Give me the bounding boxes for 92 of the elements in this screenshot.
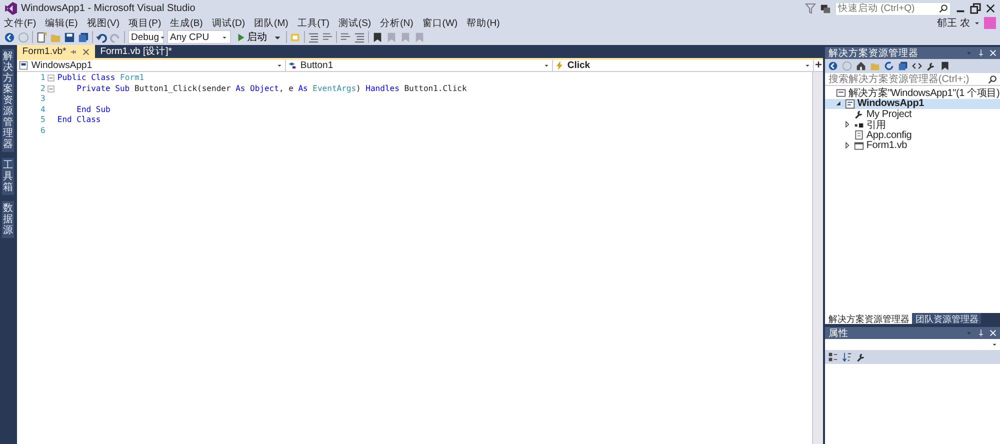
- code-line: End Sub: [76, 104, 112, 115]
- expanded-icon[interactable]: [835, 100, 844, 108]
- panel-tab[interactable]: 解决方案资源管理器: [825, 313, 912, 324]
- side-tab[interactable]: 工具箱: [2, 158, 14, 195]
- menu-item[interactable]: 项目(P): [128, 16, 162, 30]
- fold-icon[interactable]: [47, 84, 56, 93]
- side-tab[interactable]: 解决方案资源管理器: [2, 49, 14, 152]
- split-icon[interactable]: [814, 60, 824, 69]
- comment-icon[interactable]: [340, 32, 351, 42]
- panel-tab[interactable]: 团队资源管理器: [912, 313, 982, 324]
- file-icon: [854, 130, 864, 140]
- caret-icon: [276, 62, 284, 69]
- object-dropdown[interactable]: Button1: [286, 60, 554, 71]
- save-icon[interactable]: [64, 32, 75, 42]
- close-icon[interactable]: [82, 48, 90, 56]
- menu-item[interactable]: 分析(N): [380, 16, 414, 30]
- editor-tab[interactable]: Form1.vb [设计]*: [95, 45, 177, 58]
- outline-icon[interactable]: [354, 32, 365, 42]
- save-all-icon[interactable]: [898, 61, 908, 71]
- menu-item[interactable]: 团队(M): [254, 16, 288, 30]
- menu-item[interactable]: 帮助(H): [466, 16, 500, 30]
- outline-icon[interactable]: [308, 32, 319, 42]
- side-tab[interactable]: 数据源: [2, 201, 14, 238]
- refresh-icon[interactable]: [884, 61, 894, 71]
- pin-icon[interactable]: [977, 329, 985, 337]
- bookmark-icon[interactable]: [940, 61, 950, 71]
- fold-icon[interactable]: [47, 74, 56, 82]
- window-title: WindowsApp1 - Microsoft Visual Studio: [21, 3, 196, 14]
- menu-item[interactable]: 调试(D): [212, 16, 246, 30]
- configuration-dropdown[interactable]: Debug: [128, 30, 164, 44]
- save-all-icon[interactable]: [78, 32, 89, 42]
- editor-tab[interactable]: Form1.vb*: [17, 45, 96, 58]
- line-number: 2: [40, 84, 46, 94]
- line-number: 5: [40, 115, 46, 126]
- lightning-icon: [555, 61, 564, 70]
- event-dropdown[interactable]: Click: [553, 60, 814, 71]
- new-project-icon[interactable]: [36, 32, 47, 42]
- pin-icon[interactable]: [977, 49, 985, 57]
- menu-item[interactable]: 窗口(W): [422, 16, 458, 30]
- platform-dropdown[interactable]: Any CPU: [167, 30, 231, 44]
- wrench-icon: [854, 109, 864, 120]
- categorized-icon[interactable]: [828, 352, 838, 362]
- code-icon[interactable]: [912, 61, 922, 71]
- home-icon[interactable]: [856, 61, 866, 71]
- restore-icon[interactable]: [970, 3, 981, 14]
- play-icon: [236, 32, 245, 42]
- panel-title: 属性: [828, 326, 848, 340]
- project-icon: [845, 98, 856, 109]
- caret-icon: [991, 341, 998, 348]
- class-icon: [288, 61, 298, 70]
- caret-icon: [804, 62, 812, 69]
- vs-logo-icon: [4, 2, 17, 15]
- undo-icon[interactable]: [96, 32, 107, 42]
- wrench-icon[interactable]: [926, 61, 936, 71]
- start-button[interactable]: 启动: [234, 30, 269, 44]
- search-icon: [939, 4, 948, 13]
- line-number: 1: [40, 73, 46, 84]
- project-dropdown[interactable]: WindowsApp1: [17, 60, 286, 71]
- back-icon[interactable]: [4, 32, 15, 42]
- tree-item[interactable]: 解决方案"WindowsApp1"(1 个项目): [825, 88, 1000, 98]
- pin-icon[interactable]: [70, 48, 78, 56]
- menu-item[interactable]: 视图(V): [86, 16, 120, 30]
- wrench-icon[interactable]: [856, 352, 866, 362]
- tree-item[interactable]: 引用: [825, 120, 1000, 130]
- sort-icon[interactable]: [842, 352, 852, 362]
- code-line: Private Sub Button1_Click(sender As Object, e As EventArgs) Handles Button1.Click: [76, 84, 468, 94]
- code-line: Public Class Form1: [57, 73, 146, 84]
- menu-item[interactable]: 生成(B): [170, 16, 203, 30]
- tree-item[interactable]: My Project: [825, 109, 1000, 120]
- filter-icon[interactable]: [805, 3, 816, 14]
- menu-item[interactable]: 工具(T): [297, 16, 330, 30]
- panel-title: 解决方案资源管理器: [828, 46, 918, 60]
- line-number: 6: [40, 126, 46, 136]
- scrollbar[interactable]: [812, 72, 824, 444]
- back-icon[interactable]: [828, 61, 838, 71]
- tree-item[interactable]: App.config: [825, 130, 1000, 140]
- form-icon: [854, 140, 864, 151]
- close-icon[interactable]: [985, 3, 996, 14]
- comment-icon[interactable]: [322, 32, 333, 42]
- bookmark-icon[interactable]: [372, 32, 383, 42]
- search-icon: [988, 74, 997, 84]
- user-name[interactable]: 郁王 农: [937, 16, 970, 30]
- line-number: 3: [40, 94, 46, 104]
- menu-item[interactable]: 文件(F): [4, 16, 36, 30]
- code-line: End Class: [57, 115, 102, 126]
- menu-item[interactable]: 测试(S): [338, 16, 372, 30]
- caret-icon: [543, 62, 550, 69]
- tree-item[interactable]: Form1.vb: [825, 140, 1000, 151]
- tree-item[interactable]: WindowsApp1: [825, 98, 1000, 109]
- menu-item[interactable]: 编辑(E): [45, 16, 78, 30]
- quick-launch-field[interactable]: 快速启动 (Ctrl+Q): [835, 2, 951, 16]
- line-number: 4: [40, 104, 46, 115]
